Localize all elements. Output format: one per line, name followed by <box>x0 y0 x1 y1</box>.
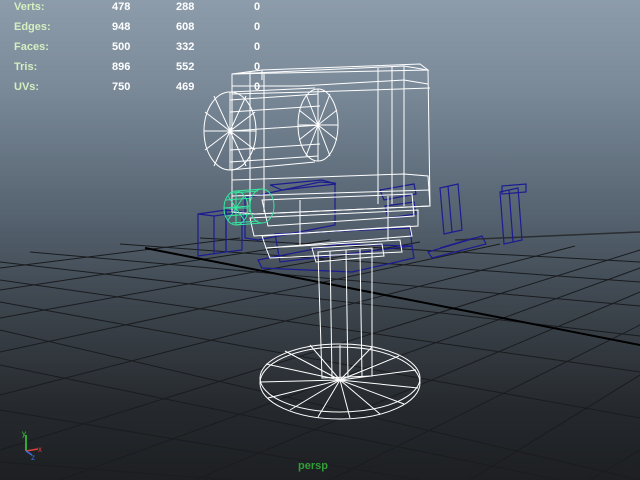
hud-value: 0 <box>254 1 261 13</box>
hud-row-uvs: UVs: 750 469 0 <box>0 80 300 96</box>
hud-row-verts: Verts: 478 288 0 <box>0 0 300 16</box>
hud-label: Edges: <box>14 21 51 33</box>
hud-value: 469 <box>176 81 195 93</box>
hud-label: Faces: <box>14 41 49 53</box>
hud-label: UVs: <box>14 81 40 93</box>
hud-row-edges: Edges: 948 608 0 <box>0 20 300 36</box>
hud-value: 0 <box>254 61 261 73</box>
hud-label: Verts: <box>14 1 45 13</box>
hud-value: 478 <box>112 1 131 13</box>
gizmo-x-label: x <box>38 445 42 454</box>
hud-row-faces: Faces: 500 332 0 <box>0 40 300 56</box>
hud-label: Tris: <box>14 61 38 73</box>
gizmo-z-label: z <box>31 453 35 461</box>
hud-value: 948 <box>112 21 131 33</box>
perspective-viewport[interactable]: Verts: 478 288 0 Edges: 948 608 0 Faces:… <box>0 0 640 480</box>
hud-value: 750 <box>112 81 131 93</box>
poly-count-hud: Verts: 478 288 0 Edges: 948 608 0 Faces:… <box>0 0 640 100</box>
hud-value: 332 <box>176 41 195 53</box>
hud-value: 0 <box>254 81 261 93</box>
hud-row-tris: Tris: 896 552 0 <box>0 60 300 76</box>
hud-value: 552 <box>176 61 195 73</box>
hud-value: 288 <box>176 1 195 13</box>
ground-grid <box>0 237 640 480</box>
hud-value: 896 <box>112 61 131 73</box>
hud-value: 608 <box>176 21 195 33</box>
view-axis-gizmo-icon: y x z <box>22 429 42 461</box>
hud-value: 500 <box>112 41 131 53</box>
camera-name: persp <box>298 460 328 472</box>
gizmo-y-label: y <box>22 429 26 438</box>
hud-value: 0 <box>254 21 261 33</box>
hud-value: 0 <box>254 41 261 53</box>
